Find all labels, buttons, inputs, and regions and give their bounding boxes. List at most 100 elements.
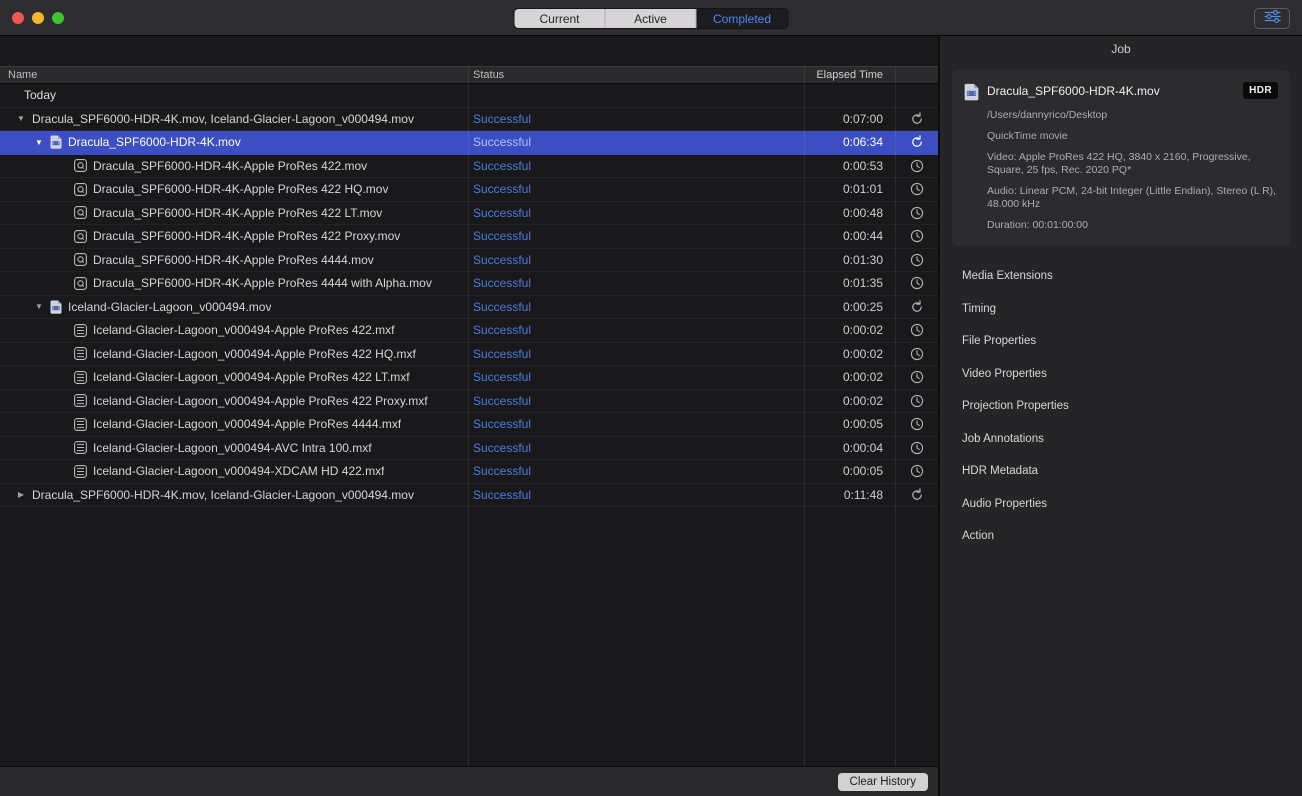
elapsed-time: 0:00:44 bbox=[804, 225, 895, 248]
table-row[interactable]: Iceland-Glacier-Lagoon_v000494-Apple Pro… bbox=[0, 390, 938, 414]
elapsed-time: 0:00:05 bbox=[804, 460, 895, 483]
clock-icon[interactable] bbox=[910, 347, 924, 361]
table-row[interactable]: Iceland-Glacier-Lagoon_v000494-Apple Pro… bbox=[0, 343, 938, 367]
movie-doc-icon bbox=[50, 135, 62, 149]
section-media-extensions[interactable]: Media Extensions bbox=[940, 260, 1302, 293]
disclosure-expanded-icon[interactable]: ▼ bbox=[32, 138, 46, 147]
clock-icon[interactable] bbox=[910, 441, 924, 455]
retry-icon[interactable] bbox=[910, 488, 924, 502]
tab-completed[interactable]: Completed bbox=[697, 9, 788, 28]
section-hdr-metadata[interactable]: HDR Metadata bbox=[940, 455, 1302, 488]
section-projection-properties[interactable]: Projection Properties bbox=[940, 390, 1302, 423]
clock-icon[interactable] bbox=[910, 370, 924, 384]
elapsed-time: 0:00:02 bbox=[804, 319, 895, 342]
column-header-status[interactable]: Status bbox=[468, 67, 804, 83]
clock-icon[interactable] bbox=[910, 276, 924, 290]
clock-icon[interactable] bbox=[910, 182, 924, 196]
retry-icon[interactable] bbox=[910, 300, 924, 314]
table-row[interactable]: Dracula_SPF6000-HDR-4K-Apple ProRes 422 … bbox=[0, 225, 938, 249]
close-button[interactable] bbox=[12, 12, 24, 24]
quicktime-icon bbox=[74, 253, 87, 266]
table-row[interactable]: Dracula_SPF6000-HDR-4K-Apple ProRes 422.… bbox=[0, 155, 938, 179]
column-header-elapsed-time[interactable]: Elapsed Time bbox=[804, 67, 895, 83]
clock-icon[interactable] bbox=[910, 159, 924, 173]
mxf-icon bbox=[74, 324, 87, 337]
disclosure-collapsed-icon[interactable]: ▶ bbox=[14, 490, 28, 499]
tab-active[interactable]: Active bbox=[606, 9, 697, 28]
section-job-annotations[interactable]: Job Annotations bbox=[940, 423, 1302, 456]
elapsed-time: 0:11:48 bbox=[804, 484, 895, 507]
table-row[interactable]: Iceland-Glacier-Lagoon_v000494-Apple Pro… bbox=[0, 319, 938, 343]
elapsed-time: 0:01:35 bbox=[804, 272, 895, 295]
quicktime-icon bbox=[74, 159, 87, 172]
elapsed-time: 0:01:01 bbox=[804, 178, 895, 201]
mxf-icon bbox=[74, 371, 87, 384]
tab-current[interactable]: Current bbox=[515, 9, 606, 28]
section-audio-properties[interactable]: Audio Properties bbox=[940, 488, 1302, 521]
hdr-badge: HDR bbox=[1243, 82, 1278, 99]
minimize-button[interactable] bbox=[32, 12, 44, 24]
table-row[interactable]: ▼Dracula_SPF6000-HDR-4K.movSuccessful0:0… bbox=[0, 131, 938, 155]
disclosure-expanded-icon[interactable]: ▼ bbox=[32, 302, 46, 311]
quicktime-icon bbox=[74, 230, 87, 243]
view-tabs: CurrentActiveCompleted bbox=[514, 8, 789, 29]
job-video-info: Video: Apple ProRes 422 HQ, 3840 x 2160,… bbox=[987, 151, 1278, 177]
clear-history-button[interactable]: Clear History bbox=[838, 773, 928, 791]
group-label: Today bbox=[24, 88, 56, 102]
status-text: Successful bbox=[473, 323, 531, 337]
elapsed-time: 0:06:34 bbox=[804, 131, 895, 154]
clock-icon[interactable] bbox=[910, 253, 924, 267]
job-file-name: Dracula_SPF6000-HDR-4K.mov bbox=[987, 84, 1235, 98]
mxf-icon bbox=[74, 347, 87, 360]
inspector-sections: Media ExtensionsTimingFile PropertiesVid… bbox=[940, 260, 1302, 553]
movie-doc-icon bbox=[964, 83, 979, 232]
elapsed-time: 0:00:25 bbox=[804, 296, 895, 319]
group-row: Today bbox=[0, 84, 938, 108]
status-text: Successful bbox=[473, 229, 531, 243]
table-row[interactable]: ▶ Dracula_SPF6000-HDR-4K.mov, Iceland-Gla… bbox=[0, 484, 938, 508]
status-text: Successful bbox=[473, 441, 531, 455]
table-row[interactable]: Iceland-Glacier-Lagoon_v000494-AVC Intra… bbox=[0, 437, 938, 461]
table-row[interactable]: Dracula_SPF6000-HDR-4K-Apple ProRes 422 … bbox=[0, 178, 938, 202]
clock-icon[interactable] bbox=[910, 229, 924, 243]
table-row[interactable]: Iceland-Glacier-Lagoon_v000494-XDCAM HD … bbox=[0, 460, 938, 484]
status-text: Successful bbox=[473, 370, 531, 384]
retry-icon[interactable] bbox=[910, 112, 924, 126]
table-row[interactable]: ▼Iceland-Glacier-Lagoon_v000494.movSucce… bbox=[0, 296, 938, 320]
clock-icon[interactable] bbox=[910, 417, 924, 431]
status-text: Successful bbox=[473, 159, 531, 173]
table-row[interactable]: Iceland-Glacier-Lagoon_v000494-Apple Pro… bbox=[0, 413, 938, 437]
table-row[interactable]: Dracula_SPF6000-HDR-4K-Apple ProRes 4444… bbox=[0, 272, 938, 296]
elapsed-time: 0:00:48 bbox=[804, 202, 895, 225]
main-content: Name Status Elapsed Time Today▼Dracula_S… bbox=[0, 36, 1302, 796]
section-timing[interactable]: Timing bbox=[940, 293, 1302, 326]
retry-icon[interactable] bbox=[910, 135, 924, 149]
status-text: Successful bbox=[473, 464, 531, 478]
file-name: Iceland-Glacier-Lagoon_v000494-Apple Pro… bbox=[93, 347, 416, 361]
column-header-name[interactable]: Name bbox=[0, 67, 468, 83]
table-row[interactable]: Iceland-Glacier-Lagoon_v000494-Apple Pro… bbox=[0, 366, 938, 390]
zoom-button[interactable] bbox=[52, 12, 64, 24]
elapsed-time: 0:00:05 bbox=[804, 413, 895, 436]
job-summary-card: Dracula_SPF6000-HDR-4K.mov HDR /Users/da… bbox=[952, 70, 1290, 246]
table-row[interactable]: ▼Dracula_SPF6000-HDR-4K.mov, Iceland-Gla… bbox=[0, 108, 938, 132]
table-row[interactable]: Dracula_SPF6000-HDR-4K-Apple ProRes 422 … bbox=[0, 202, 938, 226]
status-text: Successful bbox=[473, 253, 531, 267]
disclosure-expanded-icon[interactable]: ▼ bbox=[14, 114, 28, 123]
section-action[interactable]: Action bbox=[940, 520, 1302, 553]
clock-icon[interactable] bbox=[910, 464, 924, 478]
table-row[interactable]: Dracula_SPF6000-HDR-4K-Apple ProRes 4444… bbox=[0, 249, 938, 273]
section-video-properties[interactable]: Video Properties bbox=[940, 358, 1302, 391]
clock-icon[interactable] bbox=[910, 394, 924, 408]
filter-button[interactable] bbox=[1254, 8, 1290, 29]
file-name: Dracula_SPF6000-HDR-4K.mov bbox=[68, 135, 241, 149]
quicktime-icon bbox=[74, 277, 87, 290]
file-name: Dracula_SPF6000-HDR-4K.mov, Iceland-Glac… bbox=[32, 488, 414, 502]
mxf-icon bbox=[74, 394, 87, 407]
clock-icon[interactable] bbox=[910, 323, 924, 337]
status-text: Successful bbox=[473, 347, 531, 361]
clock-icon[interactable] bbox=[910, 206, 924, 220]
filters-icon bbox=[1264, 10, 1281, 28]
section-file-properties[interactable]: File Properties bbox=[940, 325, 1302, 358]
file-name: Dracula_SPF6000-HDR-4K-Apple ProRes 422 … bbox=[93, 206, 382, 220]
